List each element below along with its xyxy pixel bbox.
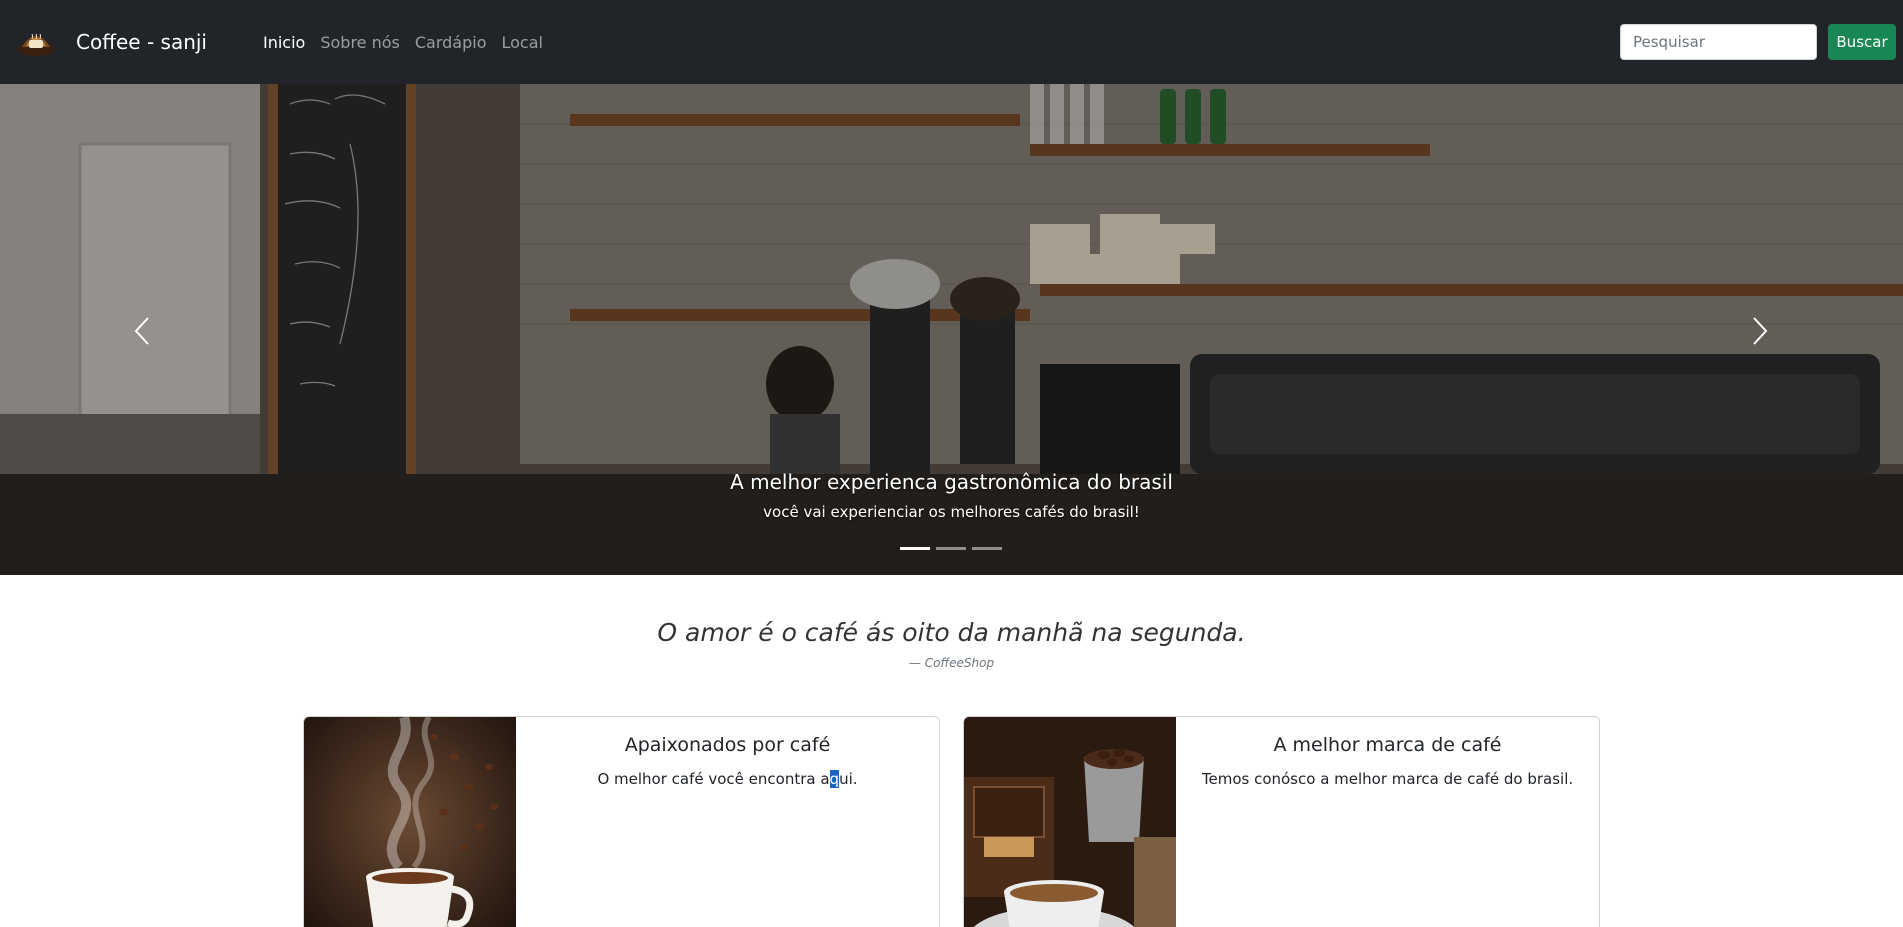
nav-link-cardapio[interactable]: Cardápio (415, 33, 487, 52)
search-button[interactable]: Buscar (1828, 24, 1896, 60)
carousel-caption-title: A melhor experienca gastronômica do bras… (730, 470, 1173, 494)
card-text: Temos conósco a melhor marca de café do … (1201, 770, 1574, 788)
cafe-counter-image (0, 84, 1903, 575)
coffee-grinder-cup-image (964, 717, 1176, 927)
chevron-left-icon (134, 317, 149, 345)
card-body: Apaixonados por café O melhor café você … (516, 717, 939, 788)
navbar: Coffee - sanji Inicio Sobre nós Cardápio… (0, 0, 1903, 84)
hero-carousel: A melhor experienca gastronômica do bras… (0, 84, 1903, 575)
coffee-logo-icon (17, 33, 55, 56)
card-text: O melhor café você encontra aqui. (516, 770, 939, 788)
nav-link-sobre-nos[interactable]: Sobre nós (320, 33, 400, 52)
carousel-caption-text: você vai experienciar os melhores cafés … (763, 503, 1140, 521)
nav-link-inicio[interactable]: Inicio (263, 33, 305, 52)
card-melhor-marca: A melhor marca de café Temos conósco a m… (963, 716, 1600, 927)
carousel-indicator-3[interactable] (972, 547, 1002, 550)
carousel-indicators (900, 547, 1008, 550)
steaming-coffee-cup-image (304, 717, 516, 927)
selected-text: q (829, 770, 840, 788)
card-apaixonados: Apaixonados por café O melhor café você … (303, 716, 940, 927)
carousel-indicator-1[interactable] (900, 547, 930, 550)
card-title: Apaixonados por café (624, 734, 831, 756)
nav-link-local[interactable]: Local (502, 33, 543, 52)
card-text-after: ui. (839, 770, 858, 788)
nav-links: Inicio Sobre nós Cardápio Local (263, 33, 558, 52)
card-body: A melhor marca de café Temos conósco a m… (1176, 717, 1599, 788)
carousel-prev-button[interactable] (122, 306, 162, 356)
search-input[interactable] (1620, 24, 1817, 60)
card-title: A melhor marca de café (1273, 734, 1502, 756)
carousel-next-button[interactable] (1740, 306, 1780, 356)
chevron-right-icon (1753, 317, 1768, 345)
brand[interactable]: Coffee - sanji (16, 27, 207, 57)
card-text-before: O melhor café você encontra a (597, 770, 830, 788)
brand-name: Coffee - sanji (76, 30, 207, 54)
quote-author: — CoffeeShop (908, 656, 995, 670)
quote-text: O amor é o café ás oito da manhã na segu… (657, 618, 1246, 647)
carousel-indicator-2[interactable] (936, 547, 966, 550)
